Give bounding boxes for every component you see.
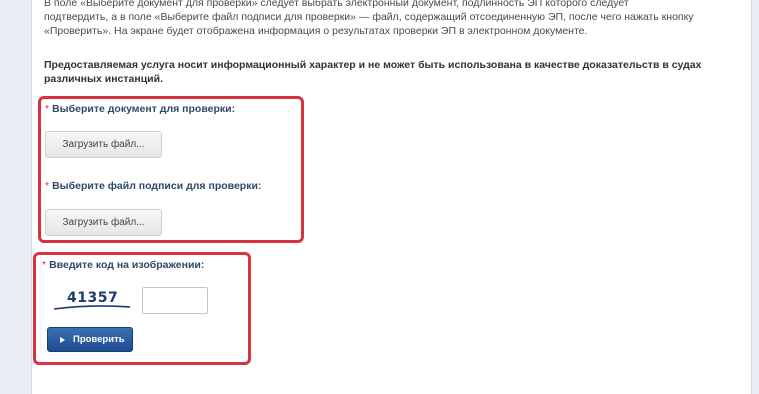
captcha-noise-line — [53, 305, 131, 310]
signature-label: * Выберите файл подписи для проверки: — [45, 180, 262, 192]
required-mark: * — [42, 259, 47, 271]
required-mark: * — [45, 103, 50, 115]
disclaimer-text: Предоставляемая услуга носит информацион… — [44, 59, 702, 85]
upload-signature-button[interactable]: Загрузить файл... — [45, 209, 162, 236]
instructions-text: В поле «Выберите документ для проверки» … — [44, 0, 694, 37]
play-icon — [60, 337, 65, 343]
required-mark: * — [45, 180, 50, 192]
verify-button-label: Проверить — [73, 334, 125, 345]
captcha-label: * Введите код на изображении: — [42, 259, 205, 271]
upload-document-button[interactable]: Загрузить файл... — [45, 131, 162, 158]
verify-button[interactable]: Проверить — [47, 327, 133, 352]
captcha-input[interactable] — [142, 287, 208, 314]
captcha-image: 41357 — [52, 287, 132, 315]
document-label: * Выберите документ для проверки: — [45, 103, 236, 115]
